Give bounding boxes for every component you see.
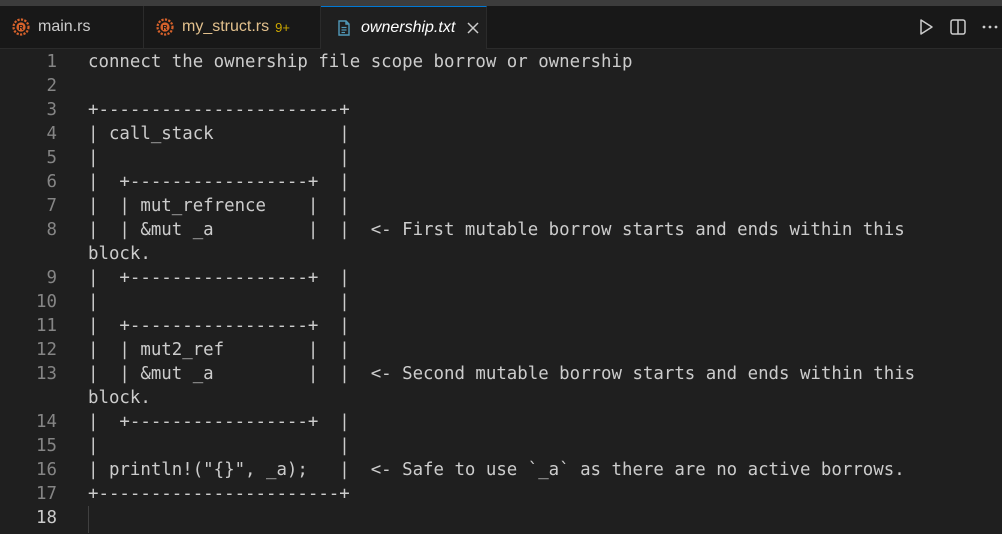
line-number: 14 (36, 412, 57, 432)
code-line: 3 +-----------------------+ (0, 98, 1002, 122)
problems-badge: 9+ (275, 19, 290, 35)
code-line: 7 | | mut_refrence | | (0, 194, 1002, 218)
tab-main-rs[interactable]: R main.rs (0, 6, 144, 48)
code-line: 1 connect the ownership file scope borrow… (0, 50, 1002, 74)
code-line: 5 | | (0, 146, 1002, 170)
tab-ownership-txt[interactable]: ownership.txt (321, 6, 487, 49)
split-editor-icon[interactable] (948, 17, 968, 37)
line-number: 9 (46, 268, 57, 288)
line-number: 8 (46, 220, 57, 240)
line-number: 2 (46, 76, 57, 96)
line-text: +-----------------------+ (88, 484, 350, 504)
line-text: | | (88, 292, 350, 312)
line-text: +-----------------------+ (88, 100, 350, 120)
line-text: | | &mut _a | | <- First mutable borrow … (88, 220, 905, 240)
line-text: | +-----------------+ | (88, 268, 350, 288)
code-line: 6 | +-----------------+ | (0, 170, 1002, 194)
rust-icon: R (156, 18, 174, 36)
code-line: 10 | | (0, 290, 1002, 314)
line-number: 3 (46, 100, 57, 120)
line-number: 15 (36, 436, 57, 456)
tab-label: ownership.txt (361, 19, 456, 36)
line-number: 1 (46, 52, 57, 72)
tab-label: main.rs (38, 18, 91, 35)
line-text: block. (88, 388, 151, 408)
line-number: 12 (36, 340, 57, 360)
line-number: 7 (46, 196, 57, 216)
line-number: 6 (46, 172, 57, 192)
line-text: block. (88, 244, 151, 264)
line-text: | | mut2_ref | | (88, 340, 350, 360)
line-number: 18 (36, 508, 57, 528)
line-text: | | (88, 148, 350, 168)
code-line: 11 | +-----------------+ | (0, 314, 1002, 338)
line-text: | | (88, 436, 350, 456)
close-icon[interactable] (465, 20, 481, 36)
code-line: 2 (0, 74, 1002, 98)
editor-actions (916, 6, 1002, 48)
code-line-wrap: block. (0, 242, 1002, 266)
line-number: 13 (36, 364, 57, 384)
line-text: | +-----------------+ | (88, 412, 350, 432)
line-number: 5 (46, 148, 57, 168)
code-line: 14 | +-----------------+ | (0, 410, 1002, 434)
line-text: | +-----------------+ | (88, 172, 350, 192)
code-line: 8 | | &mut _a | | <- First mutable borrow… (0, 218, 1002, 242)
file-text-icon (338, 20, 350, 36)
code-line: 13 | | &mut _a | | <- Second mutable borr… (0, 362, 1002, 386)
line-number: 16 (36, 460, 57, 480)
line-text: | println!("{}", _a); | <- Safe to use `… (88, 460, 905, 480)
code-line: 4 | call_stack | (0, 122, 1002, 146)
code-line-wrap: block. (0, 386, 1002, 410)
line-text: | | mut_refrence | | (88, 196, 350, 216)
code-line-current: 18 (0, 506, 1002, 530)
code-line: 15 | | (0, 434, 1002, 458)
svg-text:R: R (162, 25, 167, 32)
tab-label: my_struct.rs (182, 18, 270, 35)
editor-tab-bar: R main.rs R my_struct.rs 9+ ownership.tx… (0, 6, 1002, 49)
line-number: 4 (46, 124, 57, 144)
svg-text:R: R (18, 25, 23, 32)
text-editor[interactable]: 1 connect the ownership file scope borrow… (0, 49, 1002, 534)
line-number: 10 (36, 292, 57, 312)
rust-icon: R (12, 18, 30, 36)
code-line: 9 | +-----------------+ | (0, 266, 1002, 290)
line-number: 17 (36, 484, 57, 504)
line-text: | call_stack | (88, 124, 350, 144)
line-text: | | &mut _a | | <- Second mutable borrow… (88, 364, 916, 384)
line-text: connect the ownership file scope borrow … (88, 52, 633, 72)
code-line: 16 | println!("{}", _a); | <- Safe to use… (0, 458, 1002, 482)
code-line: 17 +-----------------------+ (0, 482, 1002, 506)
text-cursor (88, 506, 89, 533)
code-line: 12 | | mut2_ref | | (0, 338, 1002, 362)
line-text: | +-----------------+ | (88, 316, 350, 336)
more-icon[interactable] (980, 17, 1000, 37)
tab-my-struct-rs[interactable]: R my_struct.rs 9+ (144, 6, 321, 48)
line-number: 11 (36, 316, 57, 336)
run-icon[interactable] (916, 17, 936, 37)
